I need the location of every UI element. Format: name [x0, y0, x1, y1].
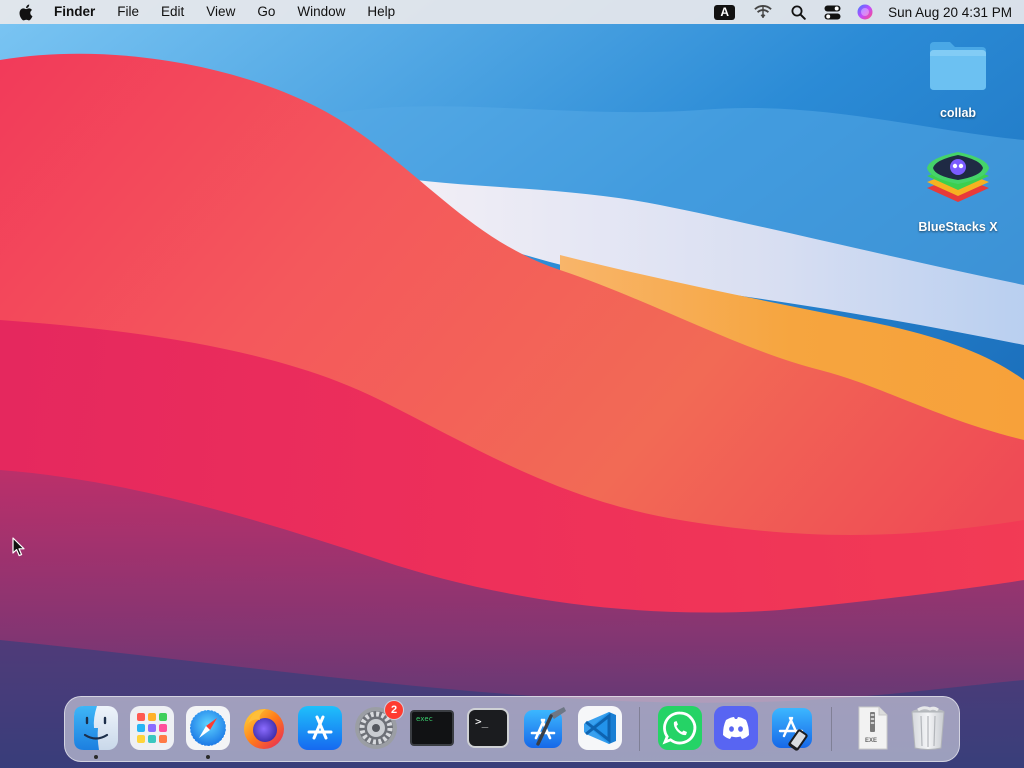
spotlight-search-icon[interactable] — [791, 5, 806, 20]
notification-badge: 2 — [385, 701, 403, 719]
menu-help[interactable]: Help — [367, 0, 395, 24]
desktop-item-label: collab — [939, 106, 977, 120]
dock: 2 exec >_ EXE — [64, 696, 960, 762]
desktop-item-bluestacks-x[interactable]: BlueStacks X — [903, 146, 1013, 234]
console-screen-text: exec — [416, 715, 433, 723]
terminal-icon — [464, 704, 512, 752]
menu-window[interactable]: Window — [297, 0, 345, 24]
safari-icon — [184, 704, 232, 752]
input-source-label: A — [714, 4, 736, 20]
menu-finder[interactable]: Finder — [54, 0, 95, 24]
apple-logo-icon[interactable] — [18, 4, 35, 21]
dock-app-vscode[interactable] — [576, 704, 624, 752]
vscode-icon — [576, 704, 624, 752]
input-source-icon[interactable]: A — [714, 4, 736, 20]
trash-icon — [904, 704, 952, 752]
menu-bar: Finder File Edit View Go Window Help A S… — [0, 0, 1024, 24]
running-indicator — [206, 755, 210, 759]
dock-app-app-store[interactable] — [296, 704, 344, 752]
document-icon — [848, 704, 896, 752]
folder-icon — [926, 36, 990, 101]
dock-separator — [639, 707, 640, 751]
menu-bar-clock[interactable]: Sun Aug 20 4:31 PM — [888, 5, 1012, 20]
dock-app-console[interactable]: exec — [408, 704, 456, 752]
finder-icon — [72, 704, 120, 752]
console-icon — [408, 704, 456, 752]
menu-go[interactable]: Go — [257, 0, 275, 24]
dock-app-simulator[interactable] — [768, 704, 816, 752]
desktop-item-label: BlueStacks X — [918, 220, 998, 234]
dock-app-trash[interactable] — [904, 704, 952, 752]
dock-app-discord[interactable] — [712, 704, 760, 752]
mouse-pointer-icon — [12, 537, 26, 562]
dock-app-firefox[interactable] — [240, 704, 288, 752]
dock-separator — [831, 707, 832, 751]
dock-app-finder[interactable] — [72, 704, 120, 759]
desktop-item-collab[interactable]: collab — [903, 36, 1013, 120]
discord-icon — [712, 704, 760, 752]
menu-file[interactable]: File — [117, 0, 139, 24]
menu-edit[interactable]: Edit — [161, 0, 184, 24]
running-indicator — [94, 755, 98, 759]
desktop-wallpaper — [0, 0, 1024, 768]
dock-app-terminal[interactable]: >_ — [464, 704, 512, 752]
firefox-icon — [240, 704, 288, 752]
wifi-icon[interactable] — [754, 5, 772, 19]
whatsapp-icon — [656, 704, 704, 752]
control-center-icon[interactable] — [824, 5, 841, 20]
dock-app-xcode[interactable] — [520, 704, 568, 752]
launchpad-icon — [128, 704, 176, 752]
menu-view[interactable]: View — [206, 0, 235, 24]
bluestacks-x-icon — [923, 146, 993, 215]
document-file-label: EXE — [865, 738, 878, 744]
dock-app-launchpad[interactable] — [128, 704, 176, 752]
dock-app-whatsapp[interactable] — [656, 704, 704, 752]
siri-icon[interactable] — [857, 4, 873, 20]
simulator-icon — [768, 704, 816, 752]
dock-app-document[interactable]: EXE — [848, 704, 896, 752]
terminal-prompt-text: >_ — [475, 715, 489, 728]
dock-app-system-preferences[interactable]: 2 — [352, 701, 403, 752]
app-store-icon — [296, 704, 344, 752]
xcode-icon — [520, 704, 568, 752]
dock-app-safari[interactable] — [184, 704, 232, 759]
